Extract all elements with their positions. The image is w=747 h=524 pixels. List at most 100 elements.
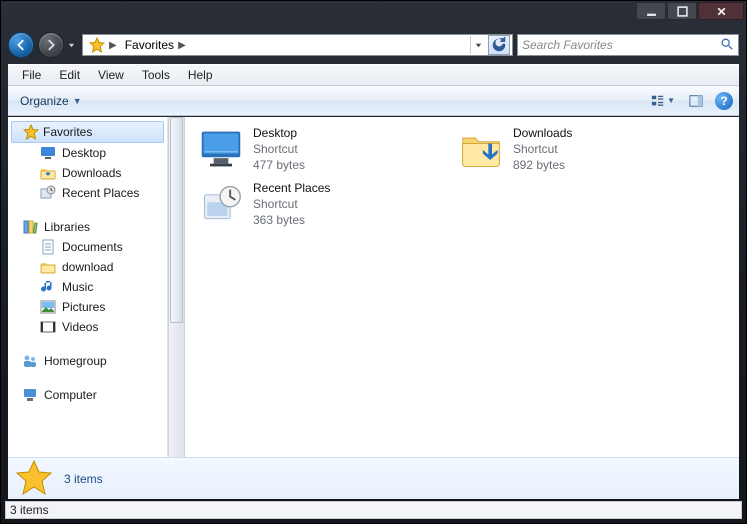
item-name: Desktop — [253, 125, 305, 141]
star-icon — [23, 124, 39, 140]
recent-places-icon — [197, 180, 245, 228]
sidebar-item-label: Music — [62, 280, 93, 294]
sidebar-group-label: Favorites — [43, 125, 92, 139]
sidebar-group-label: Libraries — [44, 220, 90, 234]
sidebar-item-label: Recent Places — [62, 186, 139, 200]
address-dropdown[interactable] — [470, 36, 486, 54]
item-size: 477 bytes — [253, 157, 305, 173]
desktop-icon — [197, 125, 245, 173]
item-view[interactable]: Desktop Shortcut 477 bytes Downloads Sho… — [185, 117, 739, 498]
videos-icon — [40, 319, 56, 335]
refresh-button[interactable] — [488, 35, 510, 55]
sidebar-item-label: Documents — [62, 240, 123, 254]
status-text: 3 items — [10, 503, 49, 517]
star-icon — [14, 459, 54, 499]
command-bar: Organize ▼ ▼ ? — [8, 86, 739, 116]
downloads-folder-icon — [457, 125, 505, 173]
status-bar: 3 items — [5, 501, 742, 519]
menu-bar: File Edit View Tools Help — [8, 64, 739, 86]
sidebar-item-downloads[interactable]: Downloads — [22, 163, 167, 183]
sidebar-item-label: Desktop — [62, 146, 106, 160]
menu-edit[interactable]: Edit — [51, 66, 88, 84]
details-summary: 3 items — [64, 472, 103, 486]
help-button[interactable]: ? — [715, 92, 733, 110]
sidebar-item-label: download — [62, 260, 113, 274]
breadcrumb-favorites[interactable]: Favorites ▶ — [121, 35, 190, 55]
homegroup-icon — [22, 353, 38, 369]
sidebar-item-videos[interactable]: Videos — [22, 317, 167, 337]
file-item-recent-places[interactable]: Recent Places Shortcut 363 bytes — [197, 180, 427, 229]
recent-places-icon — [40, 185, 56, 201]
preview-pane-button[interactable] — [687, 92, 705, 110]
sidebar-favorites: Favorites Desktop Downloads Recent Place… — [8, 121, 167, 203]
item-type: Shortcut — [253, 141, 305, 157]
titlebar — [1, 1, 746, 29]
minimize-button[interactable] — [636, 2, 666, 20]
close-button[interactable] — [698, 2, 744, 20]
maximize-button[interactable] — [667, 2, 697, 20]
sidebar-item-label: Videos — [62, 320, 98, 334]
address-bar[interactable]: ▶ Favorites ▶ — [82, 34, 513, 56]
navigation-pane: Favorites Desktop Downloads Recent Place… — [8, 117, 168, 498]
organize-label: Organize — [20, 94, 69, 108]
desktop-icon — [40, 145, 56, 161]
details-pane: 3 items — [8, 457, 739, 499]
client-area: Favorites Desktop Downloads Recent Place… — [8, 117, 739, 499]
sidebar-libraries: Libraries Documents download Music — [8, 217, 167, 337]
libraries-icon — [22, 219, 38, 235]
item-type: Shortcut — [253, 196, 330, 212]
scrollbar-thumb[interactable] — [170, 117, 183, 323]
breadcrumb-label: Favorites — [125, 38, 174, 52]
item-size: 892 bytes — [513, 157, 572, 173]
sidebar-item-label: Pictures — [62, 300, 105, 314]
sidebar-item-documents[interactable]: Documents — [22, 237, 167, 257]
sidebar-favorites-header[interactable]: Favorites — [11, 121, 164, 143]
nav-history-dropdown[interactable] — [64, 35, 78, 55]
sidebar-libraries-header[interactable]: Libraries — [8, 217, 167, 237]
window-controls — [636, 2, 744, 20]
menu-view[interactable]: View — [90, 66, 132, 84]
menu-file[interactable]: File — [14, 66, 49, 84]
view-options-button[interactable]: ▼ — [649, 92, 677, 110]
toolbar-right: ▼ ? — [649, 92, 733, 110]
sidebar-item-homegroup[interactable]: Homegroup — [8, 351, 167, 371]
breadcrumb-root[interactable]: ▶ — [85, 35, 121, 55]
menu-help[interactable]: Help — [180, 66, 221, 84]
chevron-right-icon: ▶ — [178, 40, 186, 51]
chevron-down-icon: ▼ — [667, 96, 675, 105]
item-name: Recent Places — [253, 180, 330, 196]
pictures-icon — [40, 299, 56, 315]
organize-button[interactable]: Organize ▼ — [14, 92, 88, 110]
sidebar-item-desktop[interactable]: Desktop — [22, 143, 167, 163]
sidebar-item-label: Homegroup — [44, 354, 107, 368]
search-placeholder: Search Favorites — [522, 38, 613, 52]
file-item-downloads[interactable]: Downloads Shortcut 892 bytes — [457, 125, 687, 174]
search-icon — [720, 37, 734, 54]
sidebar-item-label: Computer — [44, 388, 97, 402]
item-type: Shortcut — [513, 141, 572, 157]
item-size: 363 bytes — [253, 212, 330, 228]
computer-icon — [22, 387, 38, 403]
documents-icon — [40, 239, 56, 255]
file-item-desktop[interactable]: Desktop Shortcut 477 bytes — [197, 125, 427, 174]
folder-icon — [40, 259, 56, 275]
menu-tools[interactable]: Tools — [134, 66, 178, 84]
sidebar-item-computer[interactable]: Computer — [8, 385, 167, 405]
explorer-window: ▶ Favorites ▶ Search Favorites File Edit… — [0, 0, 747, 524]
sidebar-item-recent-places[interactable]: Recent Places — [22, 183, 167, 203]
sidebar-item-label: Downloads — [62, 166, 121, 180]
downloads-icon — [40, 165, 56, 181]
back-button[interactable] — [8, 32, 34, 58]
sidebar-scrollbar[interactable] — [168, 117, 185, 498]
music-icon — [40, 279, 56, 295]
sidebar-item-download-lib[interactable]: download — [22, 257, 167, 277]
search-input[interactable]: Search Favorites — [517, 34, 739, 56]
item-name: Downloads — [513, 125, 572, 141]
chevron-down-icon: ▼ — [73, 96, 82, 106]
nav-bar: ▶ Favorites ▶ Search Favorites — [8, 29, 739, 61]
sidebar-item-pictures[interactable]: Pictures — [22, 297, 167, 317]
address-bar-controls — [470, 35, 510, 55]
sidebar-item-music[interactable]: Music — [22, 277, 167, 297]
chevron-right-icon: ▶ — [109, 40, 117, 51]
forward-button[interactable] — [38, 32, 64, 58]
